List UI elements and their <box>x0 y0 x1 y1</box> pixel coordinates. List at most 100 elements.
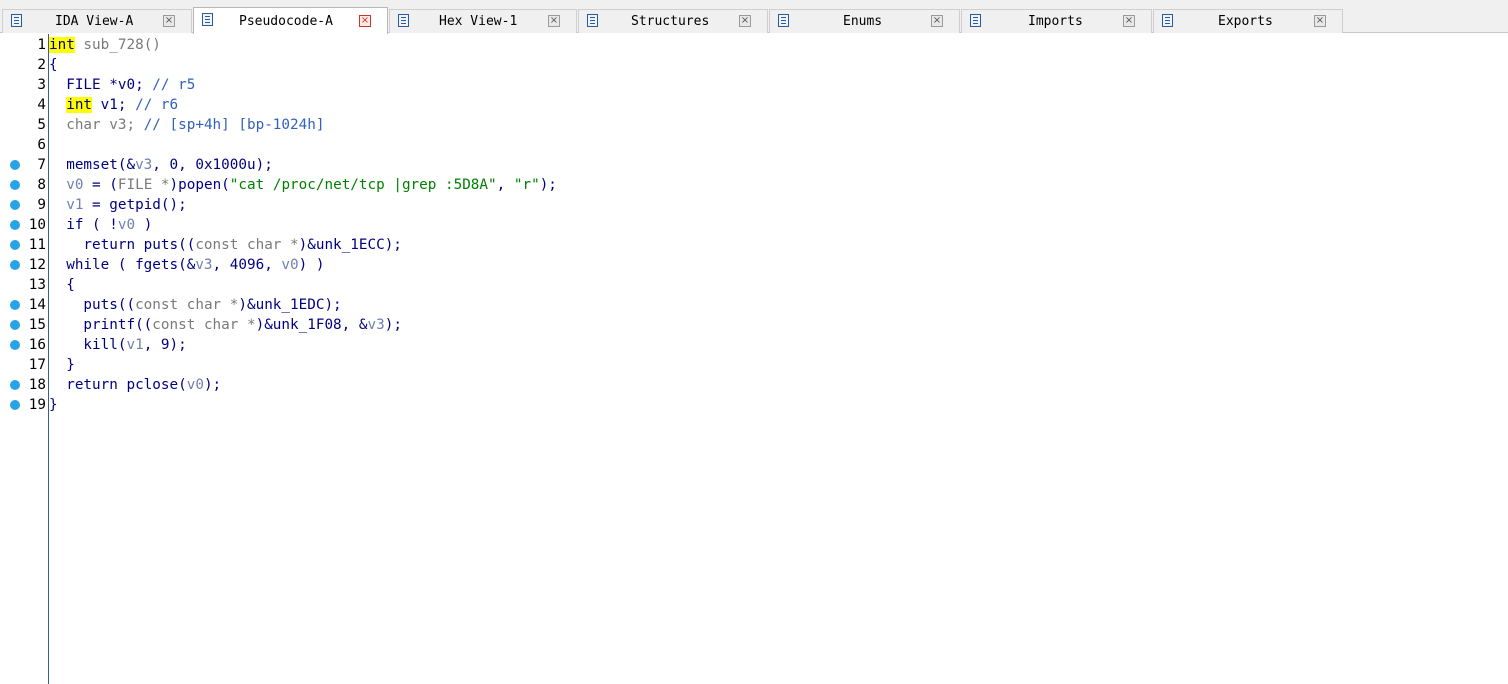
code-token: ) ) <box>298 257 325 273</box>
line-number: 16 <box>28 337 46 353</box>
code-token: v1 <box>49 197 84 213</box>
tab-label: Imports <box>1028 14 1083 29</box>
tab-hex-view-1[interactable]: Hex View-1 × <box>389 9 577 33</box>
line-number: 15 <box>28 317 46 333</box>
tab-label: IDA View-A <box>55 14 134 29</box>
tab-label: Hex View-1 <box>439 14 518 29</box>
close-tab-icon[interactable]: × <box>1123 15 1135 27</box>
line-number: 10 <box>28 217 46 233</box>
close-tab-icon[interactable]: × <box>548 15 560 27</box>
line-number: 19 <box>28 397 46 413</box>
code-line[interactable]: 16 kill(v1, 9); <box>0 335 1508 355</box>
code-token: v3 <box>367 317 385 333</box>
line-number: 11 <box>28 237 46 253</box>
code-token: int <box>66 97 93 113</box>
line-number: 7 <box>37 157 46 173</box>
code-line[interactable]: 18 return pclose(v0); <box>0 375 1508 395</box>
tab-imports[interactable]: Imports × <box>961 9 1152 33</box>
code-line[interactable]: 4 int v1; // r6 <box>0 95 1508 115</box>
code-text: memset(&v3, 0, 0x1000u); <box>49 155 273 175</box>
code-token: // r6 <box>135 97 179 113</box>
breakpoint-dot-icon[interactable] <box>10 240 20 250</box>
line-number: 2 <box>37 57 46 73</box>
code-text: while ( fgets(&v3, 4096, v0) ) <box>49 255 324 275</box>
tab-pseudocode-a[interactable]: Pseudocode-A × <box>193 7 388 34</box>
close-tab-icon[interactable]: × <box>931 15 943 27</box>
tab-structures[interactable]: Structures × <box>578 9 768 33</box>
tab-ida-view-a[interactable]: IDA View-A × <box>2 9 192 33</box>
code-token: { <box>49 57 58 73</box>
code-line[interactable]: 17 } <box>0 355 1508 375</box>
imports-icon <box>970 14 981 27</box>
code-line[interactable]: 13 { <box>0 275 1508 295</box>
tab-label: Enums <box>843 14 883 29</box>
tab-exports[interactable]: Exports × <box>1153 9 1343 33</box>
code-token: ) <box>135 217 153 233</box>
code-token: ); <box>384 317 402 333</box>
code-token: )popen( <box>169 177 230 193</box>
line-number: 14 <box>28 297 46 313</box>
code-text: kill(v1, 9); <box>49 335 186 355</box>
code-line[interactable]: 14 puts((const char *)&unk_1EDC); <box>0 295 1508 315</box>
code-token: return pclose( <box>49 377 187 393</box>
tab-enums[interactable]: Enums × <box>769 9 960 33</box>
pseudocode-view[interactable]: 1 int sub_728() 2{3 FILE *v0; // r5 4 int v… <box>0 35 1508 415</box>
code-token: { <box>49 277 75 293</box>
breakpoint-dot-icon[interactable] <box>10 180 20 190</box>
breakpoint-dot-icon[interactable] <box>10 220 20 230</box>
code-text: v0 = (FILE *)popen("cat /proc/net/tcp |g… <box>49 175 557 195</box>
code-token: FILE *v0; <box>49 77 153 93</box>
code-token: "cat /proc/net/tcp |grep :5D8A" <box>229 177 497 193</box>
code-line[interactable]: 8 v0 = (FILE *)popen("cat /proc/net/tcp … <box>0 175 1508 195</box>
code-line[interactable]: 1 int sub_728() <box>0 35 1508 55</box>
line-number: 6 <box>37 137 46 153</box>
line-number: 3 <box>37 77 46 93</box>
hex-view-icon <box>398 14 409 27</box>
code-line[interactable]: 7 memset(&v3, 0, 0x1000u); <box>0 155 1508 175</box>
line-number: 13 <box>28 277 46 293</box>
code-line[interactable]: 10 if ( !v0 ) <box>0 215 1508 235</box>
breakpoint-dot-icon[interactable] <box>10 200 20 210</box>
code-token: char v3; <box>49 117 144 133</box>
code-token: kill( <box>49 337 127 353</box>
code-line[interactable]: 12 while ( fgets(&v3, 4096, v0) ) <box>0 255 1508 275</box>
tab-bar: IDA View-A × Pseudocode-A × Hex View-1 × Struc… <box>0 0 1508 34</box>
line-number: 8 <box>37 177 46 193</box>
code-line[interactable]: 15 printf((const char *)&unk_1F08, &v3); <box>0 315 1508 335</box>
code-line[interactable]: 19} <box>0 395 1508 415</box>
code-token: v0 <box>186 377 204 393</box>
code-text: int v1; // r6 <box>49 95 178 115</box>
code-text: int sub_728() <box>49 35 161 55</box>
code-token: , 0, 0x1000u); <box>152 157 273 173</box>
close-tab-icon[interactable]: × <box>163 15 175 27</box>
code-text: return puts((const char *)&unk_1ECC); <box>49 235 402 255</box>
code-line[interactable]: 3 FILE *v0; // r5 <box>0 75 1508 95</box>
close-tab-icon[interactable]: × <box>739 15 751 27</box>
breakpoint-dot-icon[interactable] <box>10 400 20 410</box>
code-line[interactable]: 2{ <box>0 55 1508 75</box>
code-token: FILE * <box>117 177 170 193</box>
breakpoint-dot-icon[interactable] <box>10 380 20 390</box>
code-token: v0 <box>281 257 299 273</box>
line-number: 12 <box>28 257 46 273</box>
code-token: // [sp+4h] [bp-1024h] <box>143 117 325 133</box>
code-token: "r" <box>513 177 540 193</box>
breakpoint-dot-icon[interactable] <box>10 260 20 270</box>
code-text: FILE *v0; // r5 <box>49 75 195 95</box>
code-line[interactable]: 5 char v3; // [sp+4h] [bp-1024h] <box>0 115 1508 135</box>
code-text: char v3; // [sp+4h] [bp-1024h] <box>49 115 324 135</box>
close-tab-icon[interactable]: × <box>1314 15 1326 27</box>
code-token: = getpid(); <box>83 197 187 213</box>
line-number: 17 <box>28 357 46 373</box>
breakpoint-dot-icon[interactable] <box>10 320 20 330</box>
code-token: puts(( <box>49 297 136 313</box>
code-line[interactable]: 11 return puts((const char *)&unk_1ECC); <box>0 235 1508 255</box>
code-text: v1 = getpid(); <box>49 195 187 215</box>
breakpoint-dot-icon[interactable] <box>10 340 20 350</box>
close-tab-icon[interactable]: × <box>359 15 371 27</box>
code-line[interactable]: 9 v1 = getpid(); <box>0 195 1508 215</box>
breakpoint-dot-icon[interactable] <box>10 300 20 310</box>
exports-icon <box>1162 14 1173 27</box>
breakpoint-dot-icon[interactable] <box>10 160 20 170</box>
code-line[interactable]: 6 <box>0 135 1508 155</box>
